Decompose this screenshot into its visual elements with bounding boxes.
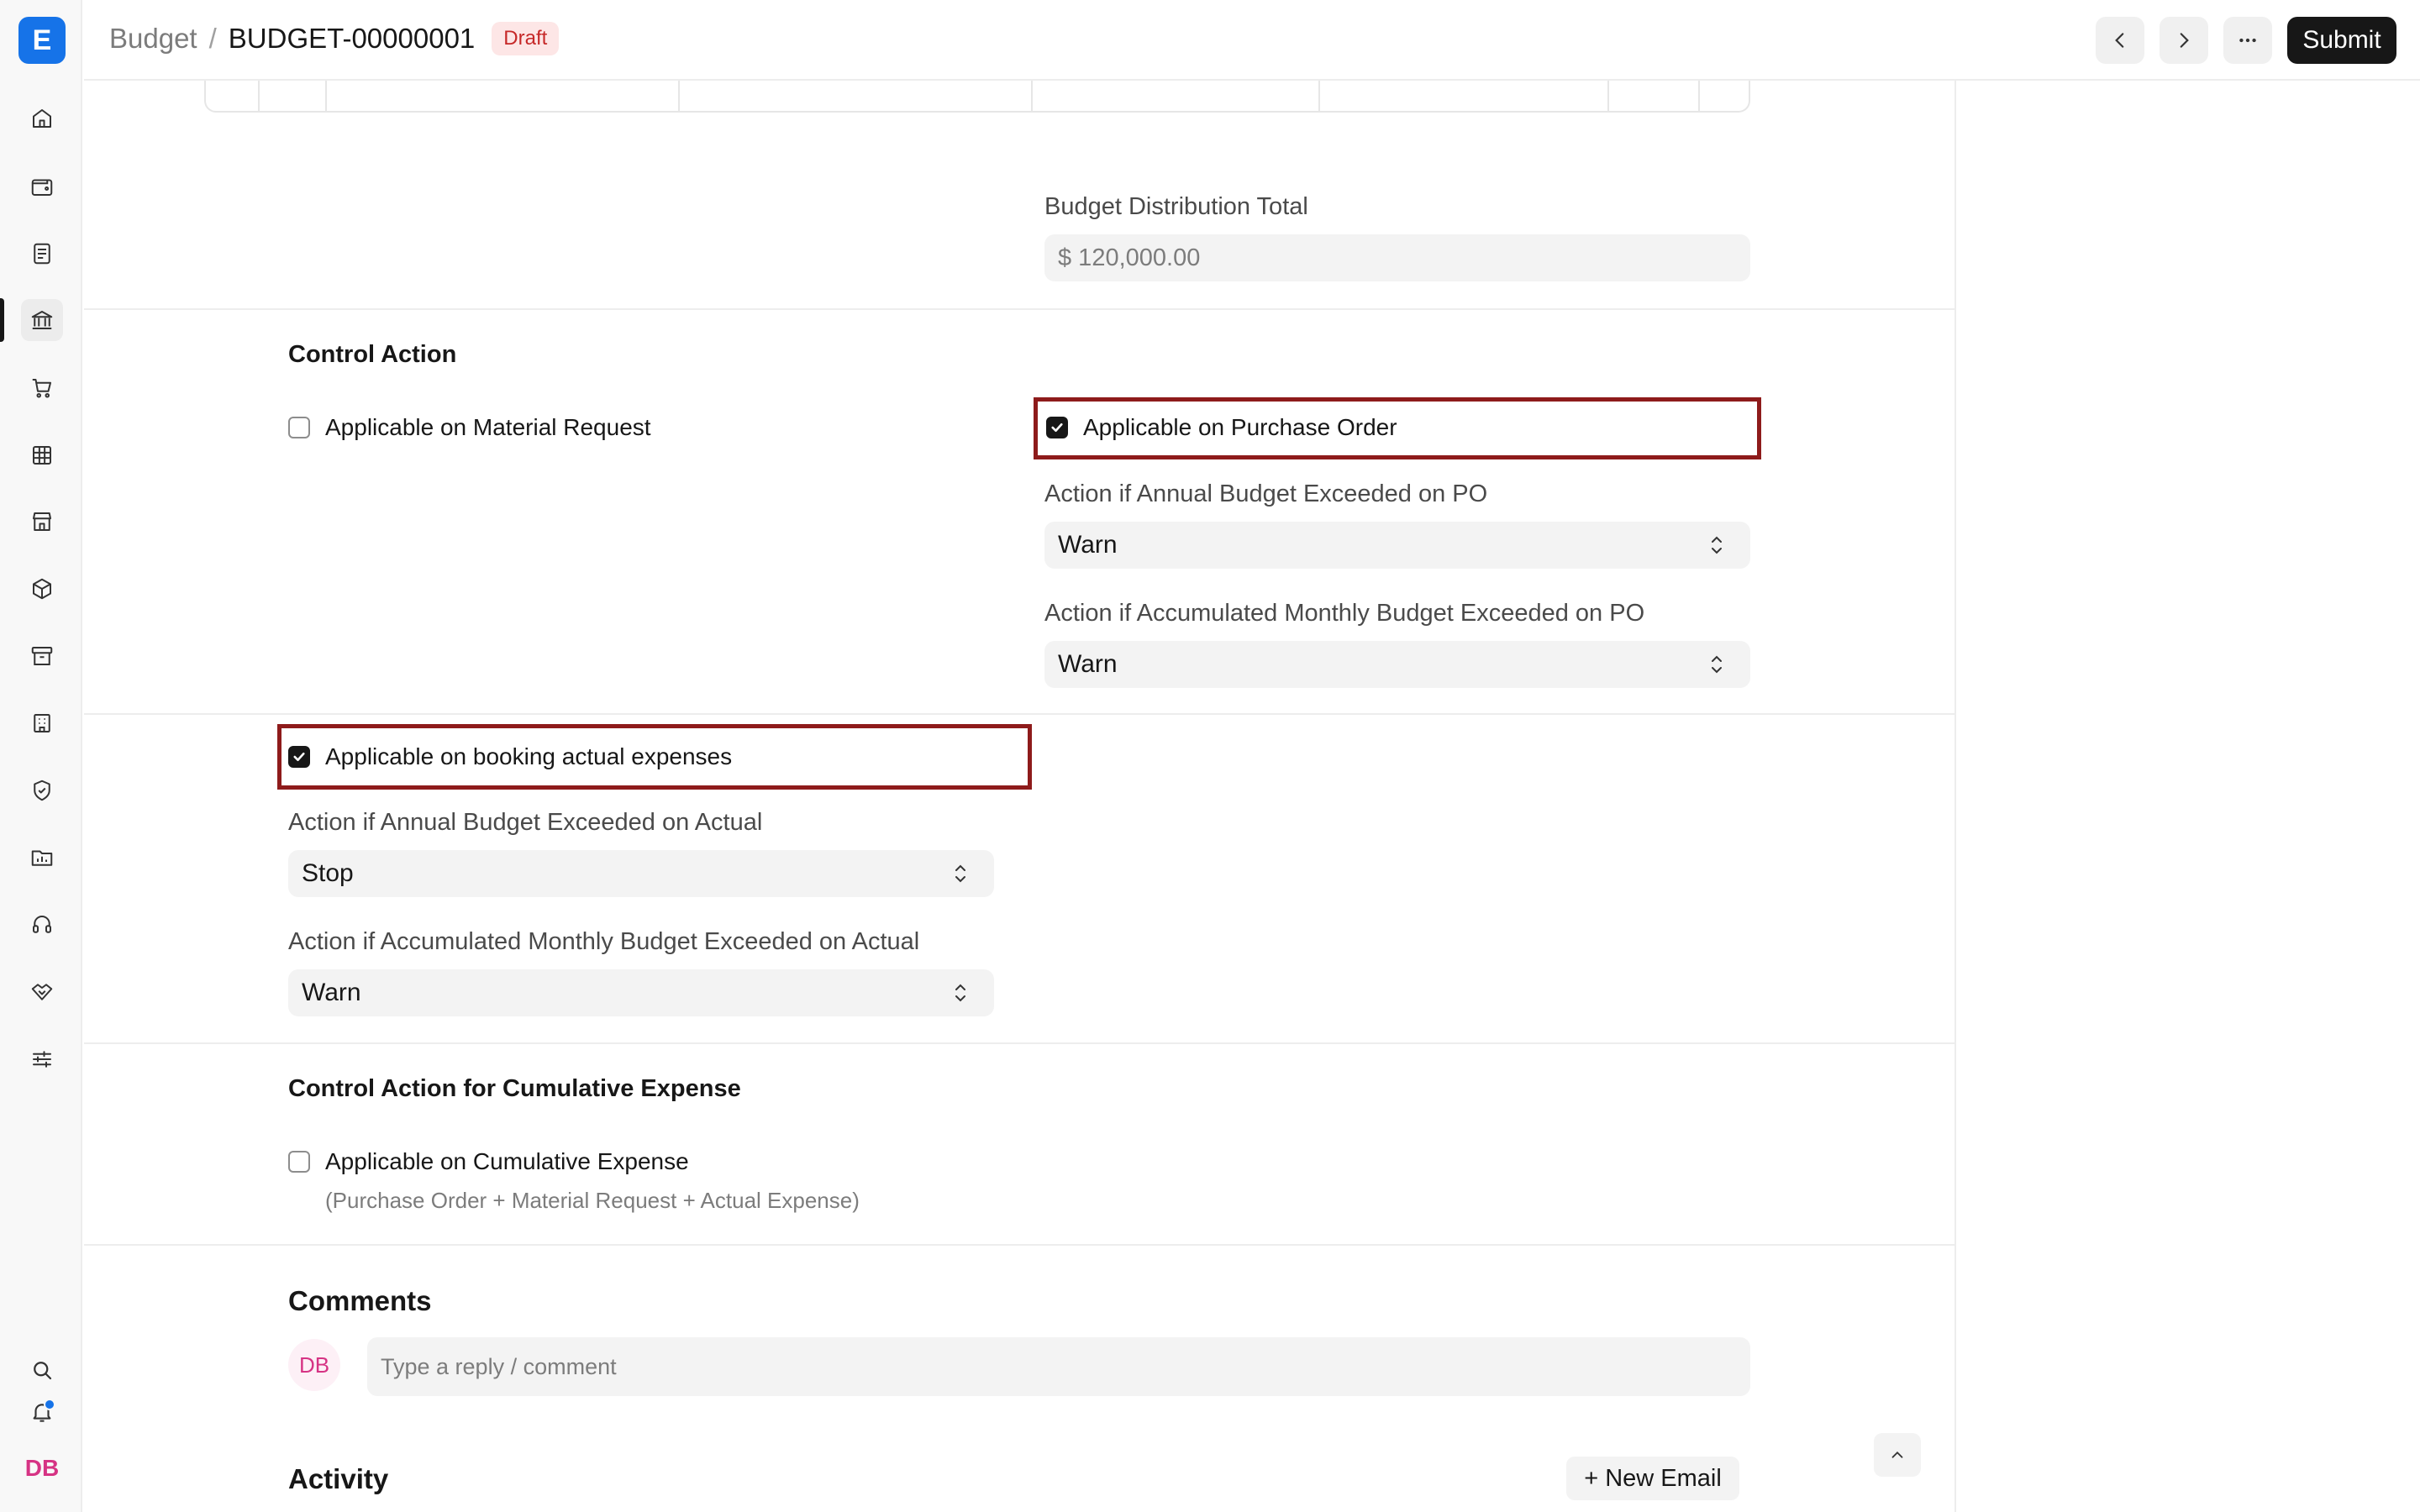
headset-icon[interactable] xyxy=(21,904,63,946)
cumulative-expense-label: Applicable on Cumulative Expense xyxy=(325,1148,689,1174)
annual-po-select[interactable]: Warn xyxy=(1044,522,1750,569)
previous-record-button[interactable] xyxy=(2096,17,2144,64)
purchase-order-checkbox-row[interactable]: Applicable on Purchase Order xyxy=(1046,414,1397,441)
monthly-actual-value: Warn xyxy=(302,979,361,1006)
archive-icon[interactable] xyxy=(21,635,63,677)
cumulative-expense-hint: (Purchase Order + Material Request + Act… xyxy=(325,1188,860,1213)
select-chevrons-icon xyxy=(955,864,965,883)
sliders-icon[interactable] xyxy=(21,1038,63,1080)
cumulative-expense-checkbox-row[interactable]: Applicable on Cumulative Expense xyxy=(288,1148,689,1175)
wallet-icon[interactable] xyxy=(21,165,63,207)
material-request-checkbox-row[interactable]: Applicable on Material Request xyxy=(288,414,651,441)
annual-po-value: Warn xyxy=(1058,531,1118,559)
budget-distribution-total-label: Budget Distribution Total xyxy=(1044,193,1308,220)
purchase-order-label: Applicable on Purchase Order xyxy=(1083,414,1397,440)
status-badge: Draft xyxy=(492,22,560,55)
store-icon[interactable] xyxy=(21,501,63,543)
page-title: BUDGET-00000001 xyxy=(228,23,476,54)
bank-icon[interactable] xyxy=(21,299,63,341)
chevron-right-icon xyxy=(2180,33,2189,48)
table-icon[interactable] xyxy=(21,434,63,476)
shield-icon[interactable] xyxy=(21,769,63,811)
comments-title: Comments xyxy=(288,1285,432,1316)
breadcrumb: Budget / BUDGET-00000001 Draft xyxy=(109,22,560,55)
budget-accounts-table-edge xyxy=(204,81,1750,113)
notification-dot xyxy=(44,1399,55,1410)
bell-icon[interactable] xyxy=(21,1391,63,1433)
material-request-checkbox[interactable] xyxy=(288,417,310,438)
breadcrumb-separator: / xyxy=(208,23,217,54)
select-chevrons-icon xyxy=(955,984,965,1002)
monthly-actual-label: Action if Accumulated Monthly Budget Exc… xyxy=(288,928,920,955)
monthly-actual-select[interactable]: Warn xyxy=(288,969,994,1016)
chart-folder-icon[interactable] xyxy=(21,837,63,879)
new-email-button[interactable]: + New Email xyxy=(1566,1457,1739,1500)
section-divider xyxy=(84,1042,1956,1044)
material-request-label: Applicable on Material Request xyxy=(325,414,651,440)
control-action-title: Control Action xyxy=(288,341,457,368)
home-icon[interactable] xyxy=(21,97,63,139)
section-divider xyxy=(84,308,1956,310)
sidebar: E DB xyxy=(0,0,82,1512)
user-avatar[interactable]: DB xyxy=(22,1452,62,1485)
monthly-po-select[interactable]: Warn xyxy=(1044,641,1750,688)
page-header: Budget / BUDGET-00000001 Draft Submit xyxy=(84,0,2420,81)
chevron-left-icon xyxy=(2115,33,2124,48)
monthly-po-label: Action if Accumulated Monthly Budget Exc… xyxy=(1044,600,1645,627)
annual-actual-select[interactable]: Stop xyxy=(288,850,994,897)
comment-avatar: DB xyxy=(288,1339,340,1391)
search-icon[interactable] xyxy=(21,1349,63,1391)
cumulative-expense-checkbox[interactable] xyxy=(288,1151,310,1173)
document-icon[interactable] xyxy=(21,233,63,275)
box-icon[interactable] xyxy=(21,568,63,610)
select-chevrons-icon xyxy=(1712,655,1722,674)
annual-actual-value: Stop xyxy=(302,859,354,887)
scroll-to-top-button[interactable] xyxy=(1874,1433,1921,1477)
actual-expenses-checkbox[interactable] xyxy=(288,746,310,768)
annual-po-label: Action if Annual Budget Exceeded on PO xyxy=(1044,480,1488,507)
checkmark-icon xyxy=(293,752,305,762)
actual-expenses-label: Applicable on booking actual expenses xyxy=(325,743,733,769)
cart-icon[interactable] xyxy=(21,367,63,409)
ellipsis-icon xyxy=(2239,38,2256,43)
section-divider xyxy=(84,713,1956,715)
annual-actual-label: Action if Annual Budget Exceeded on Actu… xyxy=(288,809,763,836)
section-divider xyxy=(84,1244,1956,1246)
checkmark-icon xyxy=(1051,423,1063,433)
activity-title: Activity xyxy=(288,1463,389,1494)
more-actions-button[interactable] xyxy=(2223,17,2272,64)
cumulative-expense-title: Control Action for Cumulative Expense xyxy=(288,1075,741,1102)
app-logo[interactable]: E xyxy=(18,17,66,64)
building-icon[interactable] xyxy=(21,702,63,744)
chevron-up-icon xyxy=(1891,1451,1903,1458)
active-nav-indicator xyxy=(0,298,4,342)
submit-button[interactable]: Submit xyxy=(2287,17,2396,64)
handshake-icon[interactable] xyxy=(21,971,63,1013)
next-record-button[interactable] xyxy=(2160,17,2208,64)
monthly-po-value: Warn xyxy=(1058,650,1118,678)
budget-distribution-total-field: $ 120,000.00 xyxy=(1044,234,1750,281)
comment-input[interactable] xyxy=(367,1337,1750,1396)
purchase-order-checkbox[interactable] xyxy=(1046,417,1068,438)
breadcrumb-budget-link[interactable]: Budget xyxy=(109,23,197,55)
select-chevrons-icon xyxy=(1712,536,1722,554)
actual-expenses-checkbox-row[interactable]: Applicable on booking actual expenses xyxy=(288,743,732,770)
